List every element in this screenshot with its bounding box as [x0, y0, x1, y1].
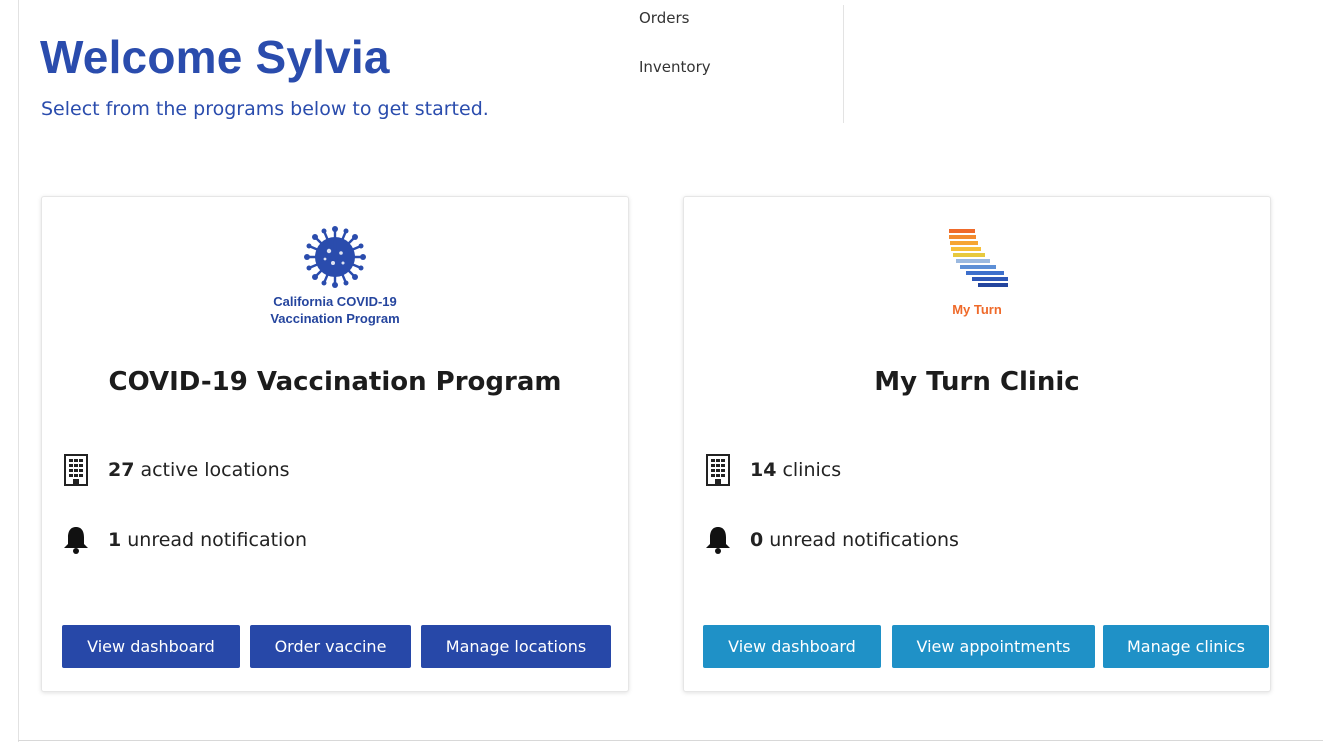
manage-clinics-button[interactable]: Manage clinics — [1103, 625, 1269, 668]
notifications-count: 1 — [108, 529, 122, 551]
view-dashboard-button[interactable]: View dashboard — [703, 625, 881, 668]
order-vaccine-button[interactable]: Order vaccine — [250, 625, 411, 668]
bell-icon — [704, 523, 732, 557]
program-card-my-turn: My Turn My Turn Clinic 14 clinics 0 unre… — [683, 196, 1271, 692]
locations-stat: 27 active locations — [62, 453, 290, 487]
building-icon — [62, 453, 90, 487]
page-divider — [18, 740, 1323, 741]
menu-item-orders[interactable]: Orders — [639, 9, 689, 27]
clinics-count: 14 — [750, 459, 777, 481]
view-dashboard-button[interactable]: View dashboard — [62, 625, 240, 668]
covid-logo-caption-2: Vaccination Program — [270, 311, 400, 326]
card-title: COVID-19 Vaccination Program — [108, 367, 562, 397]
top-dropdown-menu: Orders Inventory — [638, 5, 844, 123]
page-title: Welcome Sylvia — [40, 31, 390, 83]
notifications-stat: 1 unread notification — [62, 523, 307, 557]
card-title: My Turn Clinic — [874, 367, 1080, 397]
view-appointments-button[interactable]: View appointments — [892, 625, 1095, 668]
covid-program-logo: California COVID-19 Vaccination Program — [42, 225, 628, 327]
clinics-stat: 14 clinics — [704, 453, 841, 487]
bell-icon — [62, 523, 90, 557]
manage-locations-button[interactable]: Manage locations — [421, 625, 611, 668]
clinics-label: clinics — [782, 459, 842, 481]
locations-count: 27 — [108, 459, 135, 481]
locations-label: active locations — [140, 459, 290, 481]
notifications-stat: 0 unread notifications — [704, 523, 959, 557]
my-turn-logo: My Turn — [684, 225, 1270, 318]
california-map-icon — [949, 229, 1008, 287]
covid-logo-caption-1: California COVID-19 — [273, 294, 397, 309]
menu-item-inventory[interactable]: Inventory — [639, 58, 711, 76]
notifications-count: 0 — [750, 529, 764, 551]
notifications-label: unread notifications — [769, 529, 959, 551]
my-turn-logo-caption: My Turn — [952, 302, 1002, 317]
building-icon — [704, 453, 732, 487]
virus-icon — [304, 226, 366, 288]
notifications-label: unread notification — [127, 529, 307, 551]
program-card-covid: California COVID-19 Vaccination Program … — [41, 196, 629, 692]
page-subtitle: Select from the programs below to get st… — [41, 98, 489, 120]
